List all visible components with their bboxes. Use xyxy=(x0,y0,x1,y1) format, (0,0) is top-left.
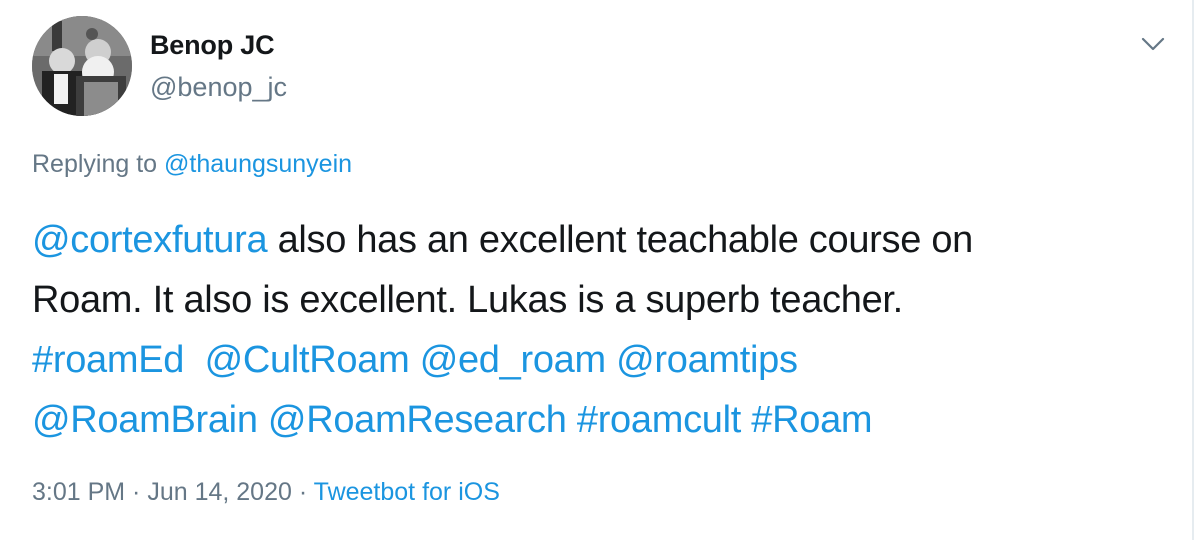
tweet-text-span: Roam. It also is excellent. Lukas is a s… xyxy=(32,279,903,321)
author-handle[interactable]: @benop_jc xyxy=(150,72,287,103)
mention-link[interactable]: @cortexfutura xyxy=(32,219,268,261)
tweet-line: @cortexfutura also has an excellent teac… xyxy=(32,210,1162,270)
reply-mention-link[interactable]: @thaungsunyein xyxy=(164,150,352,178)
chevron-down-icon[interactable] xyxy=(1140,34,1166,54)
mention-link[interactable]: @roamtips xyxy=(616,339,798,381)
meta-separator: · xyxy=(125,478,148,506)
mention-link[interactable]: @RoamBrain xyxy=(32,399,258,441)
source-link[interactable]: Tweetbot for iOS xyxy=(314,478,500,506)
tweet-line: #roamEd @CultRoam @ed_roam @roamtips xyxy=(32,330,1162,390)
tweet-line: @RoamBrain @RoamResearch #roamcult #Roam xyxy=(32,390,1162,450)
author-name[interactable]: Benop JC xyxy=(150,30,275,61)
tweet-meta: 3:01 PM · Jun 14, 2020 · Tweetbot for iO… xyxy=(32,478,500,507)
tweet-time[interactable]: 3:01 PM xyxy=(32,478,125,506)
replying-to: Replying to @thaungsunyein xyxy=(32,150,352,179)
tweet-line: Roam. It also is excellent. Lukas is a s… xyxy=(32,270,1162,330)
tweet-card: Benop JC @benop_jc Replying to @thaungsu… xyxy=(0,0,1194,540)
mention-link[interactable]: @ed_roam xyxy=(420,339,606,381)
tweet-date[interactable]: Jun 14, 2020 xyxy=(147,478,292,506)
mention-link[interactable]: @RoamResearch xyxy=(268,399,567,441)
hashtag-link[interactable]: #roamcult xyxy=(577,399,741,441)
tweet-text-span: also has an excellent teachable course o… xyxy=(267,219,974,261)
hashtag-link[interactable]: #Roam xyxy=(751,399,872,441)
hashtag-link[interactable]: #roamEd xyxy=(32,339,184,381)
mention-link[interactable]: @CultRoam xyxy=(205,339,410,381)
avatar[interactable] xyxy=(32,16,132,116)
tweet-text: @cortexfutura also has an excellent teac… xyxy=(32,210,1162,450)
avatar-photo xyxy=(32,16,132,116)
meta-separator: · xyxy=(291,478,314,506)
replying-prefix: Replying to xyxy=(32,150,165,178)
